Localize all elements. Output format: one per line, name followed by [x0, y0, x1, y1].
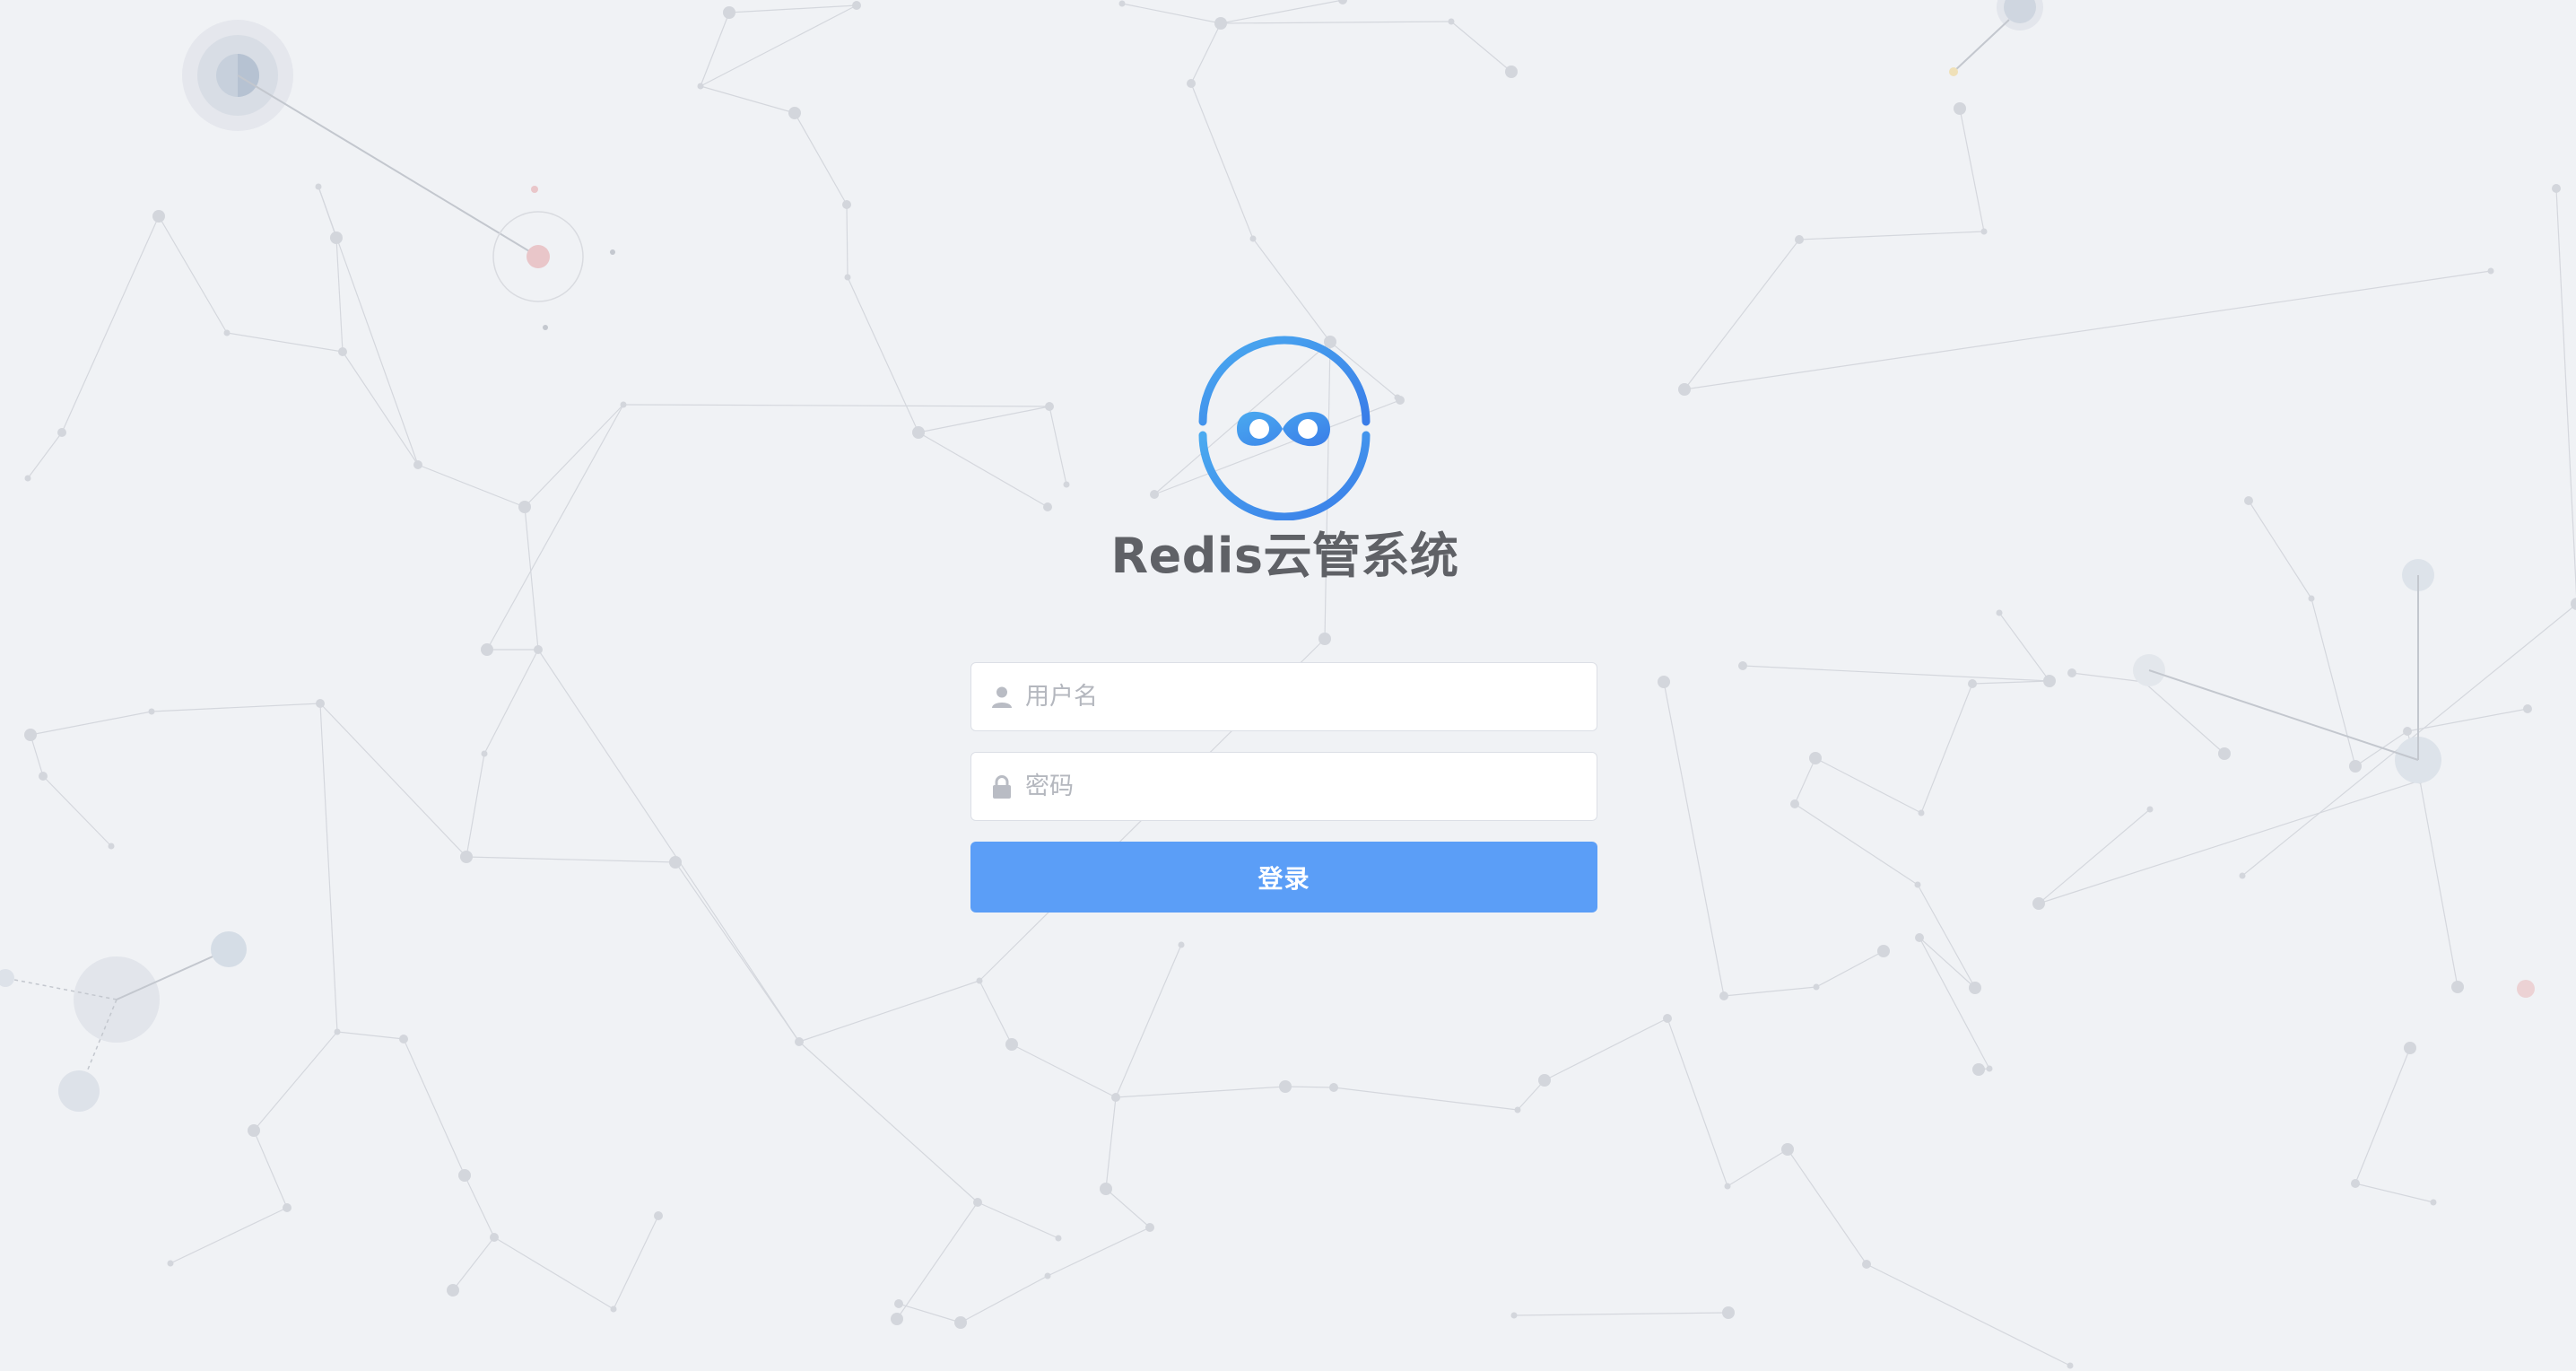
- username-input[interactable]: [1025, 663, 1581, 729]
- page-title: Redis云管系统: [1110, 528, 1459, 584]
- user-icon: [992, 686, 1012, 708]
- redis-logo: [1190, 332, 1379, 521]
- login-page: Redis云管系统 登录: [0, 0, 2576, 1371]
- decor-cluster-top-right: [1949, 0, 2043, 76]
- decor-cluster-top-left: [182, 20, 615, 330]
- decor-cluster-right: [2133, 559, 2535, 998]
- username-field[interactable]: [970, 662, 1597, 731]
- decor-cluster-bottom-left: [0, 931, 247, 1112]
- lock-icon: [993, 775, 1011, 799]
- password-input[interactable]: [1025, 753, 1581, 819]
- login-button[interactable]: 登录: [970, 842, 1597, 913]
- password-field[interactable]: [970, 752, 1597, 821]
